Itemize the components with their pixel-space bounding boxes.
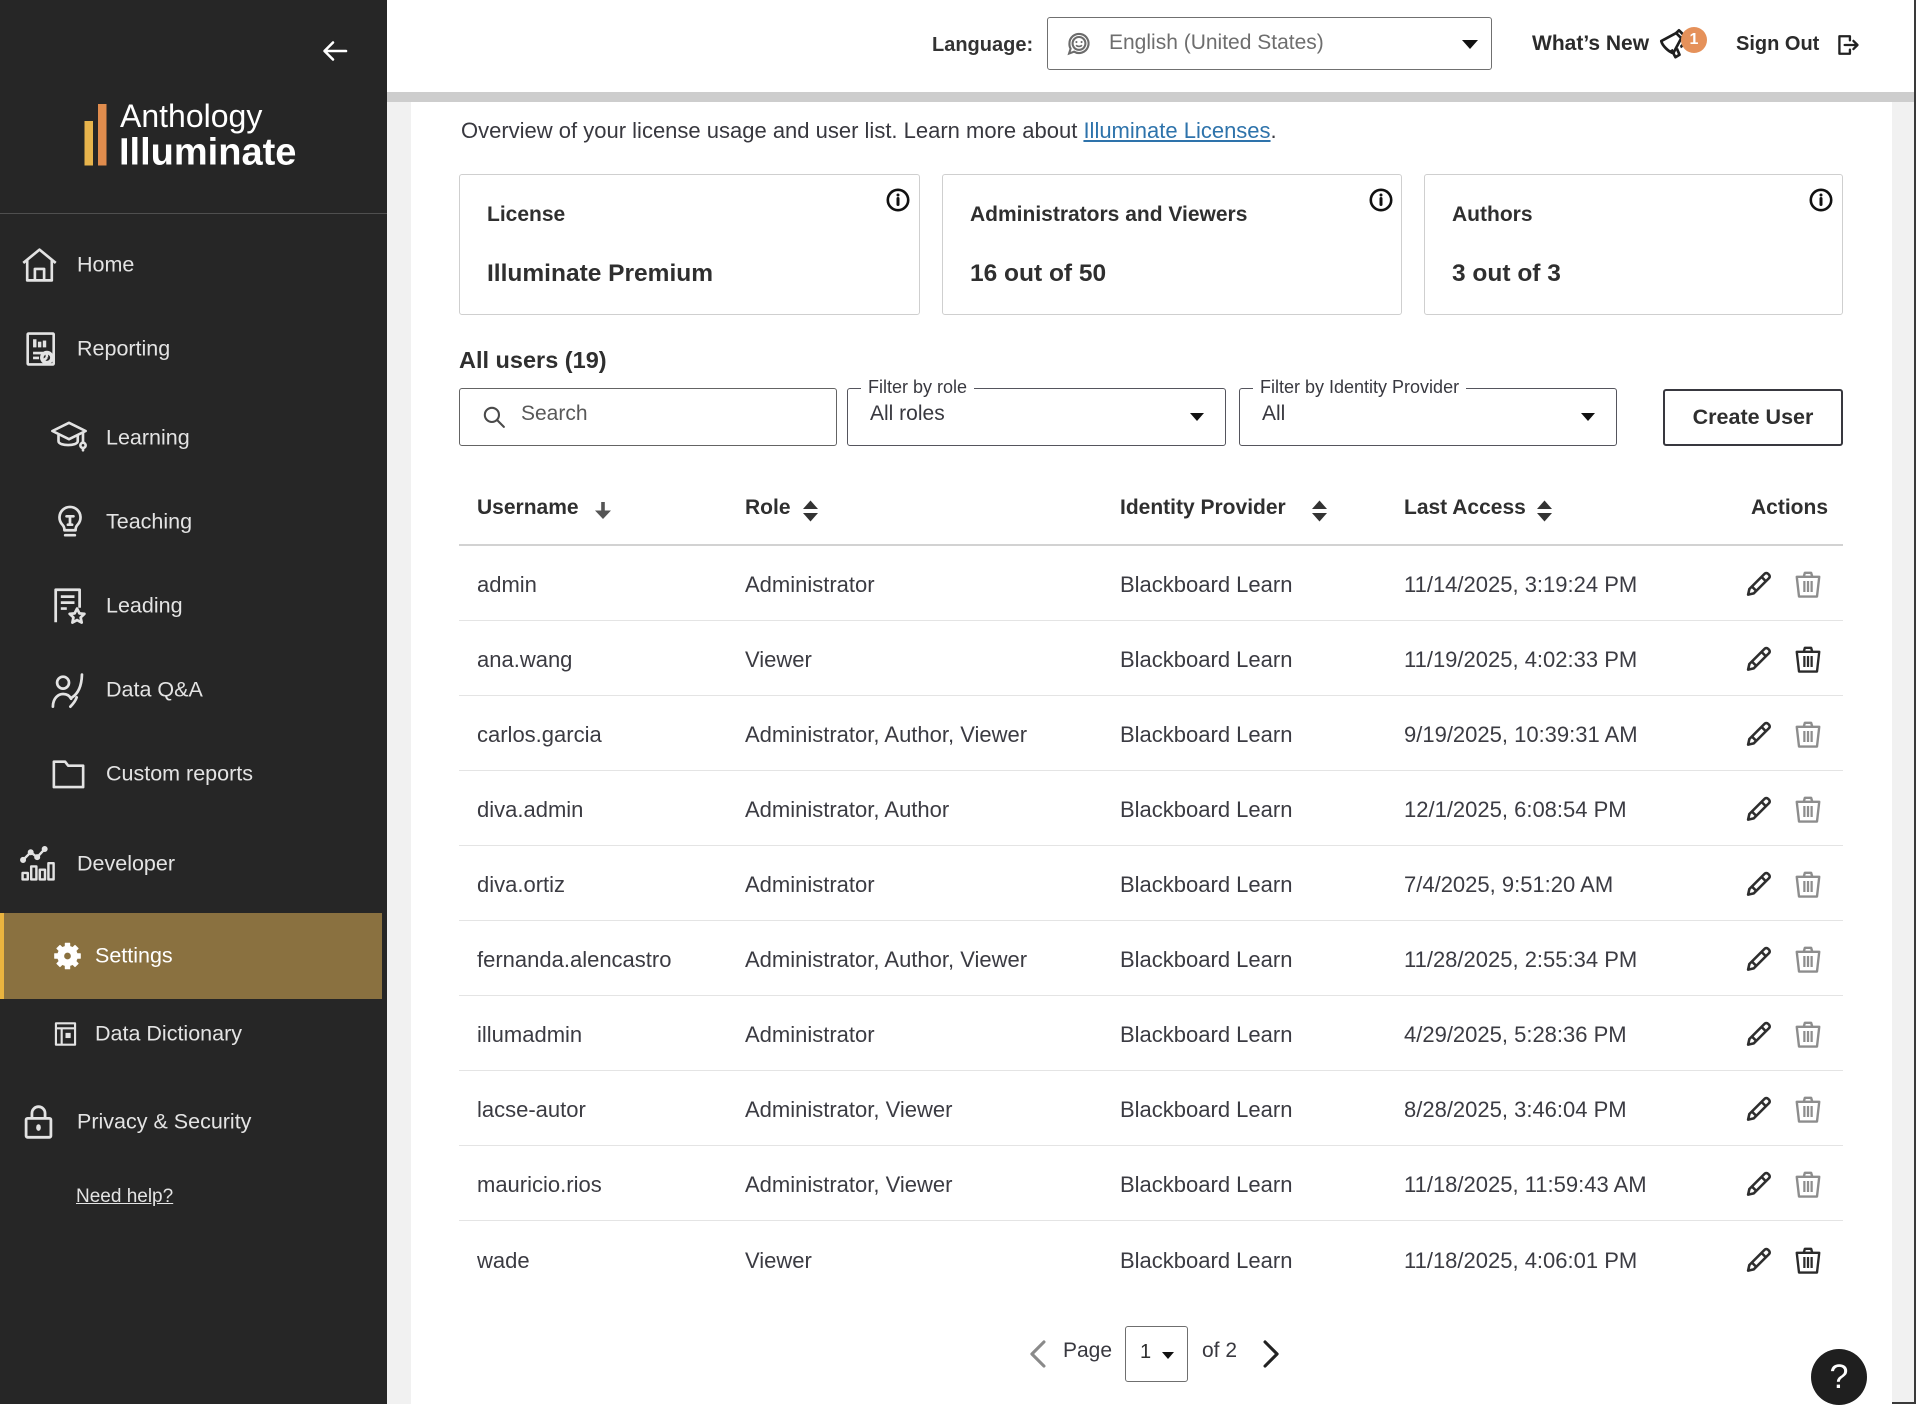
svg-text:Illuminate: Illuminate xyxy=(119,132,296,171)
svg-text:Anthology: Anthology xyxy=(120,100,262,134)
